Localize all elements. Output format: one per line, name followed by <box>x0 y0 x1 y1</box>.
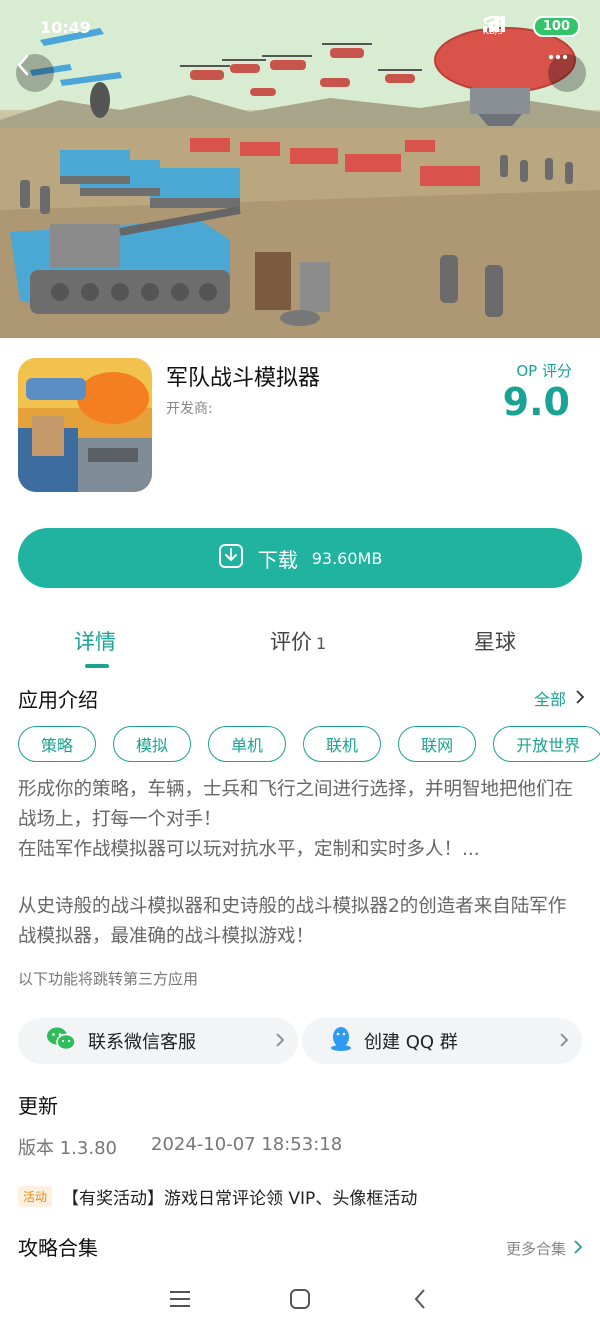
chevron-right-icon <box>560 1031 569 1052</box>
game-banner: 10:49 1.35 KB/s 100 <box>0 0 600 338</box>
tab-details-label: 详情 <box>74 630 116 654</box>
home-nav-button[interactable] <box>280 1281 320 1321</box>
more-options-button[interactable] <box>548 54 586 92</box>
tab-reviews-label: 评价 <box>270 630 312 654</box>
tab-indicator <box>85 664 109 668</box>
home-square-icon <box>289 1288 311 1314</box>
tab-reviews[interactable]: 评价 1 <box>270 626 326 656</box>
tag-online[interactable]: 联网 <box>398 726 477 762</box>
guides-title: 攻略合集 <box>18 1236 98 1260</box>
intro-description[interactable]: 形成你的策略，车辆，士兵和飞行之间进行选择，并明智地把他们在战场上，打每一个对手… <box>18 775 582 865</box>
reviews-count: 1 <box>316 634 327 653</box>
chevron-right-icon <box>576 689 585 708</box>
chevron-left-icon <box>413 1288 427 1314</box>
score-label: OP 评分 <box>516 362 572 380</box>
download-icon <box>218 543 244 573</box>
tag-multiplayer[interactable]: 联机 <box>303 726 382 762</box>
tag-strategy[interactable]: 策略 <box>18 726 97 762</box>
update-title: 更新 <box>18 1094 58 1118</box>
activity-banner[interactable]: 活动 【有奖活动】游戏日常评论领 VIP、头像框活动 <box>18 1184 417 1209</box>
wechat-icon <box>46 1026 76 1057</box>
chevron-right-icon <box>276 1031 285 1052</box>
tab-planet[interactable]: 星球 <box>474 626 516 656</box>
qq-group-button[interactable]: 创建 QQ 群 <box>302 1018 582 1064</box>
status-bar: 10:49 1.35 KB/s 100 <box>0 0 600 56</box>
tag-list: 策略 模拟 单机 联机 联网 开放世界 <box>18 726 600 762</box>
wechat-service-label: 联系微信客服 <box>88 1032 196 1053</box>
intro-description-2: 从史诗般的战斗模拟器和史诗般的战斗模拟器2的创造者来自陆军作战模拟器，最准确的战… <box>18 896 567 947</box>
more-guides-label: 更多合集 <box>505 1240 566 1258</box>
all-link-label: 全部 <box>533 690 566 709</box>
tag-simulation[interactable]: 模拟 <box>113 726 192 762</box>
app-title: 军队战斗模拟器 <box>166 366 321 391</box>
download-button[interactable]: 下载 93.60MB <box>18 528 582 588</box>
update-version: 版本 1.3.80 <box>18 1138 117 1159</box>
intro-all-link[interactable]: 全部 <box>533 686 585 710</box>
back-button[interactable] <box>16 54 54 92</box>
tab-bar: 详情 评价 1 星球 <box>0 620 600 670</box>
download-size: 93.60MB <box>311 548 383 568</box>
system-navigation-bar <box>0 1268 600 1333</box>
score-value: 9.0 <box>502 380 570 424</box>
tab-details[interactable]: 详情 <box>74 626 116 656</box>
tag-open-world[interactable]: 开放世界 <box>493 726 600 762</box>
tab-planet-label: 星球 <box>474 630 516 654</box>
download-label: 下载 <box>257 547 298 572</box>
menu-icon <box>169 1290 191 1312</box>
qq-penguin-icon <box>330 1026 352 1057</box>
app-icon <box>18 358 152 492</box>
activity-text: 【有奖活动】游戏日常评论领 VIP、头像框活动 <box>62 1189 418 1209</box>
update-date: 2024-10-07 18:53:18 <box>151 1134 343 1155</box>
status-time: 10:49 <box>40 18 91 37</box>
activity-badge: 活动 <box>18 1186 53 1207</box>
chevron-right-icon <box>574 1238 583 1259</box>
menu-nav-button[interactable] <box>160 1281 200 1321</box>
intro-title: 应用介绍 <box>18 688 98 712</box>
qq-group-label: 创建 QQ 群 <box>364 1032 458 1053</box>
wechat-service-button[interactable]: 联系微信客服 <box>18 1018 298 1064</box>
developer-label: 开发商: <box>166 401 213 417</box>
app-header: 军队战斗模拟器 开发商: OP 评分 9.0 <box>18 358 582 494</box>
status-indicators: 1.35 KB/s 100 <box>482 16 580 37</box>
third-party-note: 以下功能将跳转第三方应用 <box>18 970 199 988</box>
battery-indicator: 100 <box>532 16 580 37</box>
back-nav-button[interactable] <box>400 1281 440 1321</box>
tag-single-player[interactable]: 单机 <box>208 726 287 762</box>
more-guides-link[interactable]: 更多合集 <box>505 1238 583 1259</box>
